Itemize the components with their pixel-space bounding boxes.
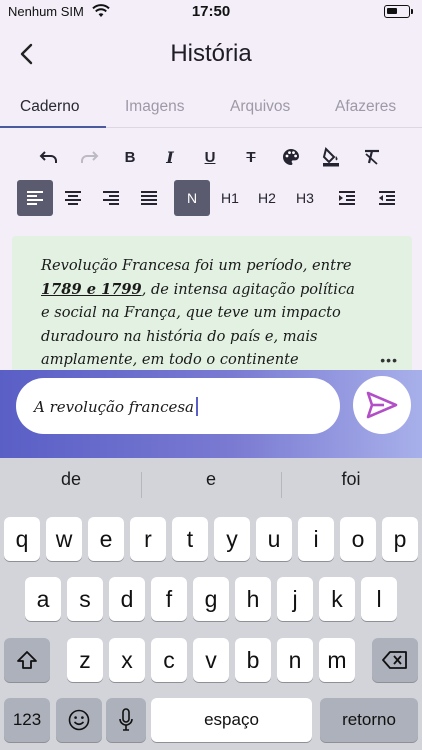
- status-bar: Nenhum SIM 17:50: [0, 0, 422, 24]
- note-line: e social na França, que teve um impacto: [41, 304, 341, 321]
- key-r[interactable]: r: [130, 517, 166, 561]
- tab-afazeres[interactable]: Afazeres: [335, 98, 396, 116]
- align-justify-button[interactable]: [131, 180, 167, 216]
- note-line: amplamente, em todo o continente: [41, 351, 299, 368]
- message-input-value: A revolução francesa: [34, 398, 194, 416]
- clear-format-icon: [365, 149, 379, 165]
- key-l[interactable]: l: [361, 577, 397, 621]
- italic-button[interactable]: I: [152, 139, 188, 175]
- align-left-icon: [27, 191, 43, 205]
- note-line: duradouro na história do país e, mais: [41, 327, 318, 345]
- key-g[interactable]: g: [193, 577, 229, 621]
- microphone-icon: [119, 708, 133, 731]
- key-k[interactable]: k: [319, 577, 355, 621]
- page-title: História: [170, 40, 252, 67]
- key-m[interactable]: m: [319, 638, 355, 682]
- key-b[interactable]: b: [235, 638, 271, 682]
- key-v[interactable]: v: [193, 638, 229, 682]
- bold-button[interactable]: B: [112, 139, 148, 175]
- shift-key[interactable]: [4, 638, 50, 682]
- key-s[interactable]: s: [67, 577, 103, 621]
- fill-color-icon: [322, 147, 339, 167]
- italic-icon: I: [166, 147, 174, 167]
- tab-caderno[interactable]: Caderno: [20, 98, 79, 116]
- emoji-key[interactable]: [56, 698, 102, 742]
- key-z[interactable]: z: [67, 638, 103, 682]
- normal-text-button[interactable]: N: [174, 180, 210, 216]
- text-caret: [196, 397, 198, 416]
- space-key[interactable]: espaço: [151, 698, 312, 742]
- tab-indicator: [0, 126, 106, 128]
- key-h[interactable]: h: [235, 577, 271, 621]
- return-key[interactable]: retorno: [320, 698, 418, 742]
- more-options-icon[interactable]: •••: [380, 352, 398, 368]
- note-card[interactable]: Revolução Francesa foi um período, entre…: [12, 236, 412, 376]
- heading2-button[interactable]: H2: [249, 180, 285, 216]
- text-color-button[interactable]: [273, 139, 309, 175]
- highlight-button[interactable]: [313, 139, 349, 175]
- emoji-icon: [68, 709, 90, 731]
- key-i[interactable]: i: [298, 517, 334, 561]
- key-d[interactable]: d: [109, 577, 145, 621]
- redo-button[interactable]: [71, 139, 107, 175]
- key-j[interactable]: j: [277, 577, 313, 621]
- note-line-rest: , de intensa agitação política: [141, 280, 355, 298]
- suggestion-2[interactable]: e: [141, 469, 281, 490]
- indent-icon: [339, 191, 355, 205]
- underline-icon: U: [204, 148, 216, 166]
- battery-icon: [384, 5, 413, 18]
- note-line: Revolução Francesa foi um período, entre: [41, 257, 352, 274]
- key-c[interactable]: c: [151, 638, 187, 682]
- bold-icon: B: [124, 148, 136, 166]
- undo-icon: [39, 151, 57, 163]
- tab-bar: Caderno Imagens Arquivos Afazeres: [0, 86, 422, 128]
- heading3-button[interactable]: H3: [287, 180, 323, 216]
- suggestion-3[interactable]: foi: [281, 469, 421, 490]
- note-years-underlined: 1789 e 1799: [41, 280, 142, 298]
- dictation-key[interactable]: [106, 698, 146, 742]
- align-right-icon: [103, 191, 119, 205]
- align-center-button[interactable]: [55, 180, 91, 216]
- backspace-icon: [382, 651, 407, 669]
- shift-icon: [17, 651, 37, 669]
- heading1-button[interactable]: H1: [212, 180, 248, 216]
- clock: 17:50: [191, 3, 231, 20]
- note-body[interactable]: Revolução Francesa foi um período, entre…: [41, 254, 371, 372]
- strikethrough-icon: T: [246, 148, 256, 166]
- key-p[interactable]: p: [382, 517, 418, 561]
- key-y[interactable]: y: [214, 517, 250, 561]
- align-center-icon: [65, 191, 81, 205]
- underline-button[interactable]: U: [192, 139, 228, 175]
- send-button[interactable]: [353, 376, 411, 434]
- align-left-button[interactable]: [17, 180, 53, 216]
- palette-icon: [283, 149, 299, 165]
- key-q[interactable]: q: [4, 517, 40, 561]
- key-f[interactable]: f: [151, 577, 187, 621]
- key-u[interactable]: u: [256, 517, 292, 561]
- key-o[interactable]: o: [340, 517, 376, 561]
- outdent-icon: [379, 191, 395, 205]
- send-icon: [366, 391, 398, 419]
- numbers-key[interactable]: 123: [4, 698, 50, 742]
- note-line: 1789 e 1799, de intensa agitação polític…: [41, 278, 371, 302]
- clear-format-button[interactable]: [354, 139, 390, 175]
- key-e[interactable]: e: [88, 517, 124, 561]
- align-justify-icon: [141, 191, 157, 205]
- key-a[interactable]: a: [25, 577, 61, 621]
- undo-button[interactable]: [31, 139, 67, 175]
- key-t[interactable]: t: [172, 517, 208, 561]
- backspace-key[interactable]: [372, 638, 418, 682]
- message-input[interactable]: A revolução francesa: [16, 378, 340, 434]
- strikethrough-button[interactable]: T: [233, 139, 269, 175]
- align-right-button[interactable]: [93, 180, 129, 216]
- redo-icon: [81, 151, 99, 163]
- key-x[interactable]: x: [109, 638, 145, 682]
- tab-arquivos[interactable]: Arquivos: [230, 98, 290, 116]
- suggestion-1[interactable]: de: [1, 469, 141, 490]
- outdent-button[interactable]: [369, 180, 405, 216]
- key-n[interactable]: n: [277, 638, 313, 682]
- tab-imagens[interactable]: Imagens: [125, 98, 184, 116]
- key-w[interactable]: w: [46, 517, 82, 561]
- indent-button[interactable]: [329, 180, 365, 216]
